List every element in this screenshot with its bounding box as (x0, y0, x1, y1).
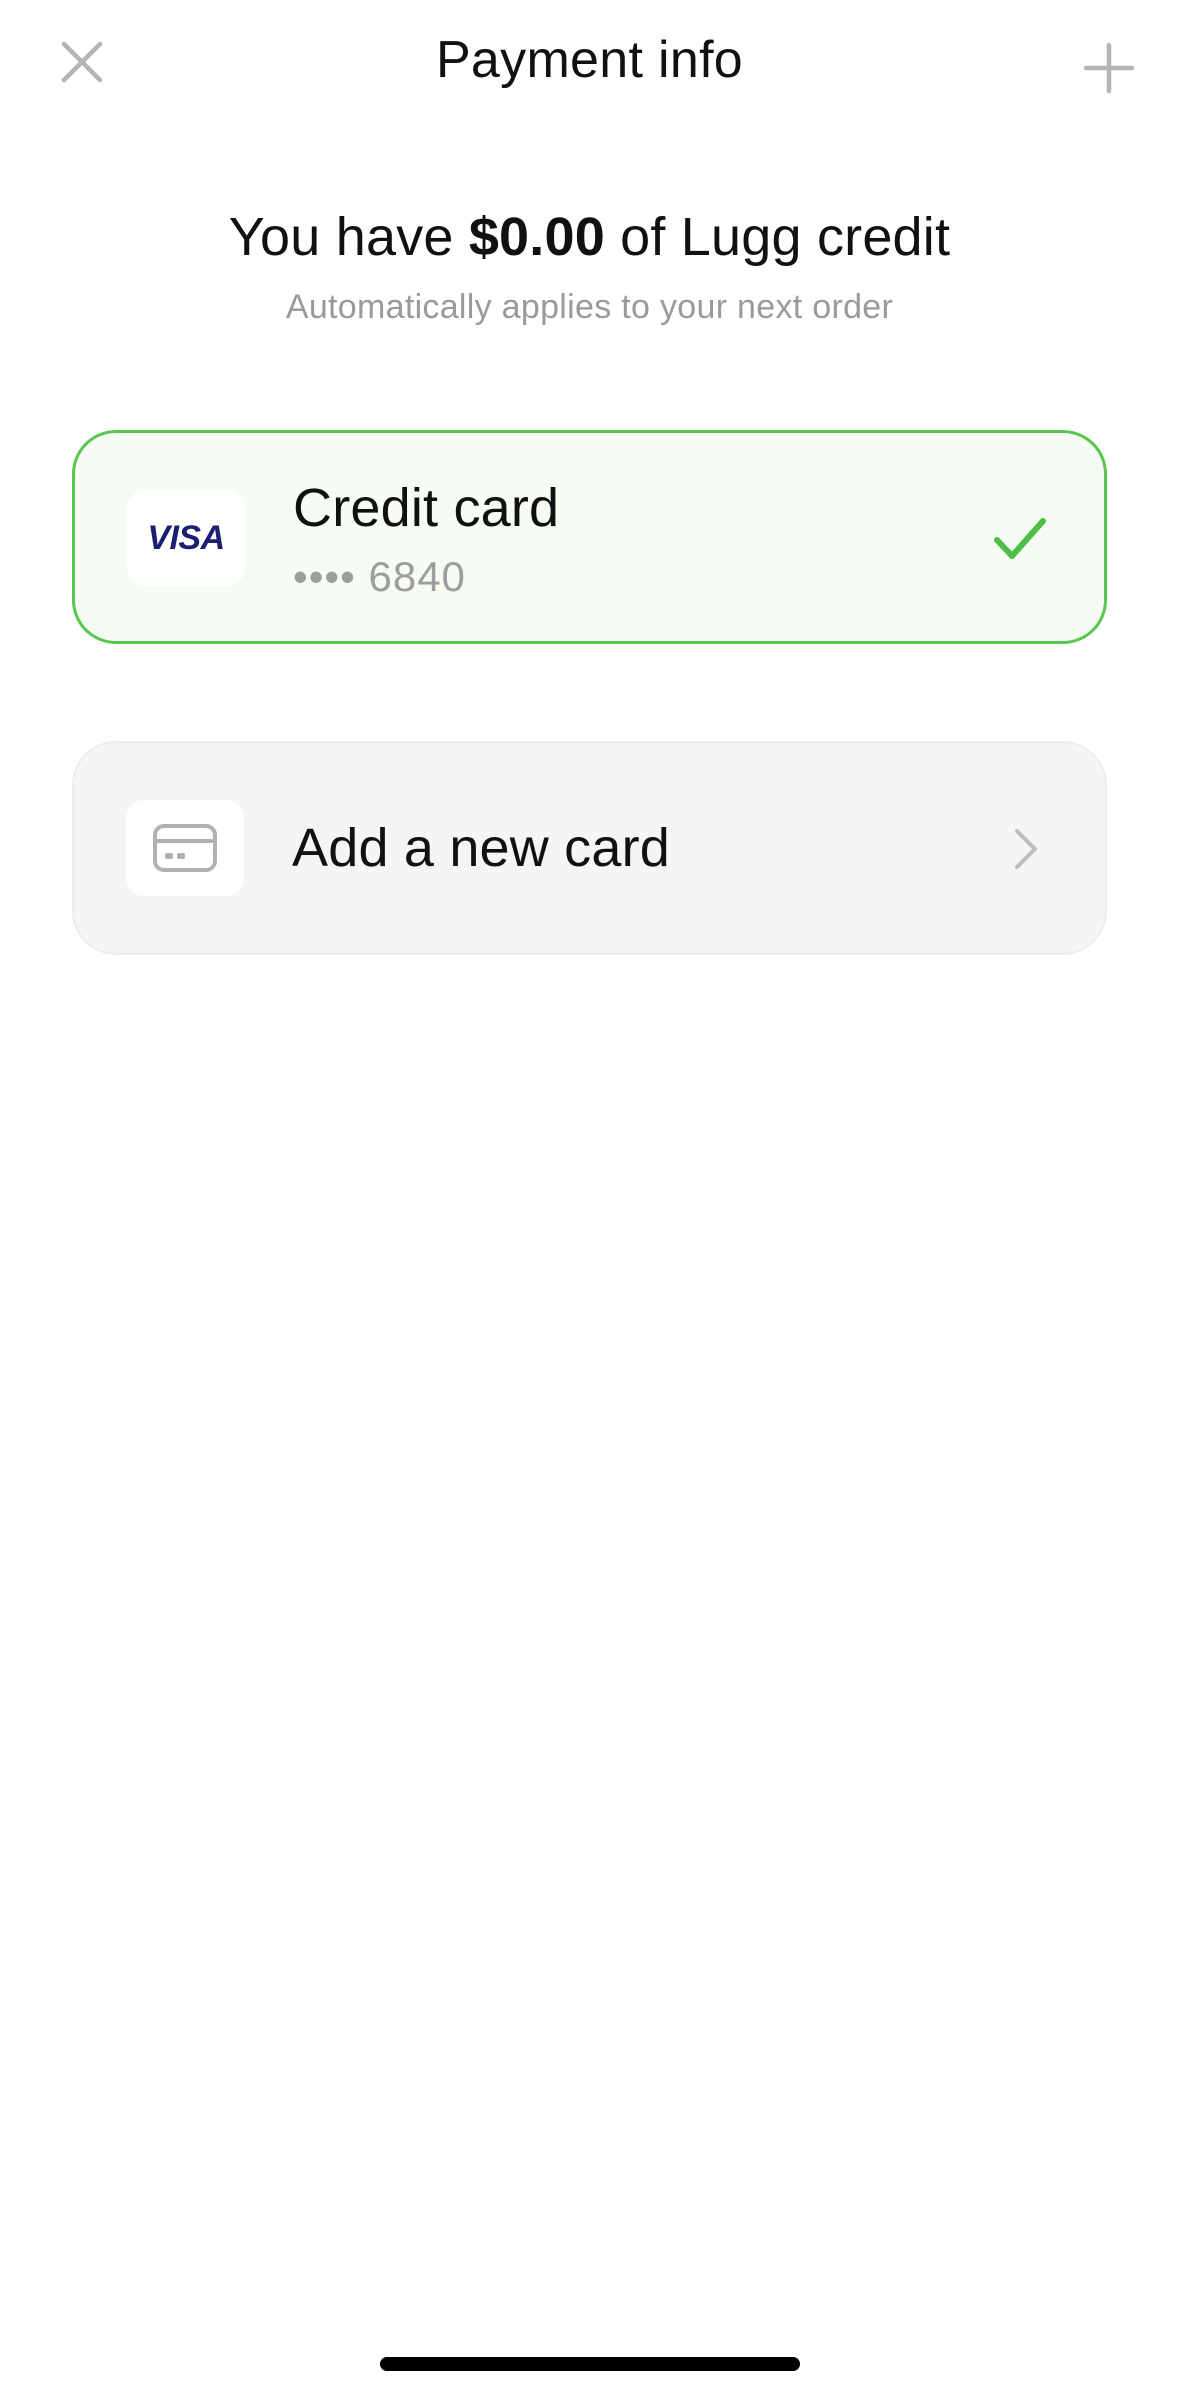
add-card-label: Add a new card (292, 818, 671, 878)
checkmark-icon (994, 518, 1046, 559)
credit-subtitle: Automatically applies to your next order (285, 288, 894, 326)
add-payment-button[interactable] (1067, 26, 1151, 110)
credit-summary: You have $0.00 of Lugg credit Automatica… (0, 206, 1179, 327)
credit-card-icon (153, 824, 217, 872)
page-title: Payment info (435, 31, 744, 89)
payment-method-title: Credit card (293, 478, 560, 538)
visa-wordmark: VISA (147, 518, 225, 557)
payment-method-visa[interactable]: VISA Credit card •••• 6840 (72, 430, 1107, 644)
chevron-right-icon (1015, 829, 1037, 869)
card-icon-tile (126, 800, 244, 896)
add-new-card-button[interactable]: Add a new card (72, 741, 1107, 955)
plus-icon (1083, 42, 1135, 94)
credit-amount: $0.00 (468, 207, 605, 267)
payment-info-screen: Payment info You have $0.00 of Lugg cred… (0, 0, 1179, 2396)
credit-balance-line: You have $0.00 of Lugg credit (0, 206, 1179, 268)
header: Payment info (0, 0, 1179, 135)
visa-logo: VISA (127, 490, 245, 586)
credit-prefix: You have (228, 207, 469, 267)
masked-card-number: •••• 6840 (293, 553, 466, 600)
credit-suffix: of Lugg credit (604, 207, 951, 267)
home-indicator[interactable] (380, 2357, 800, 2371)
